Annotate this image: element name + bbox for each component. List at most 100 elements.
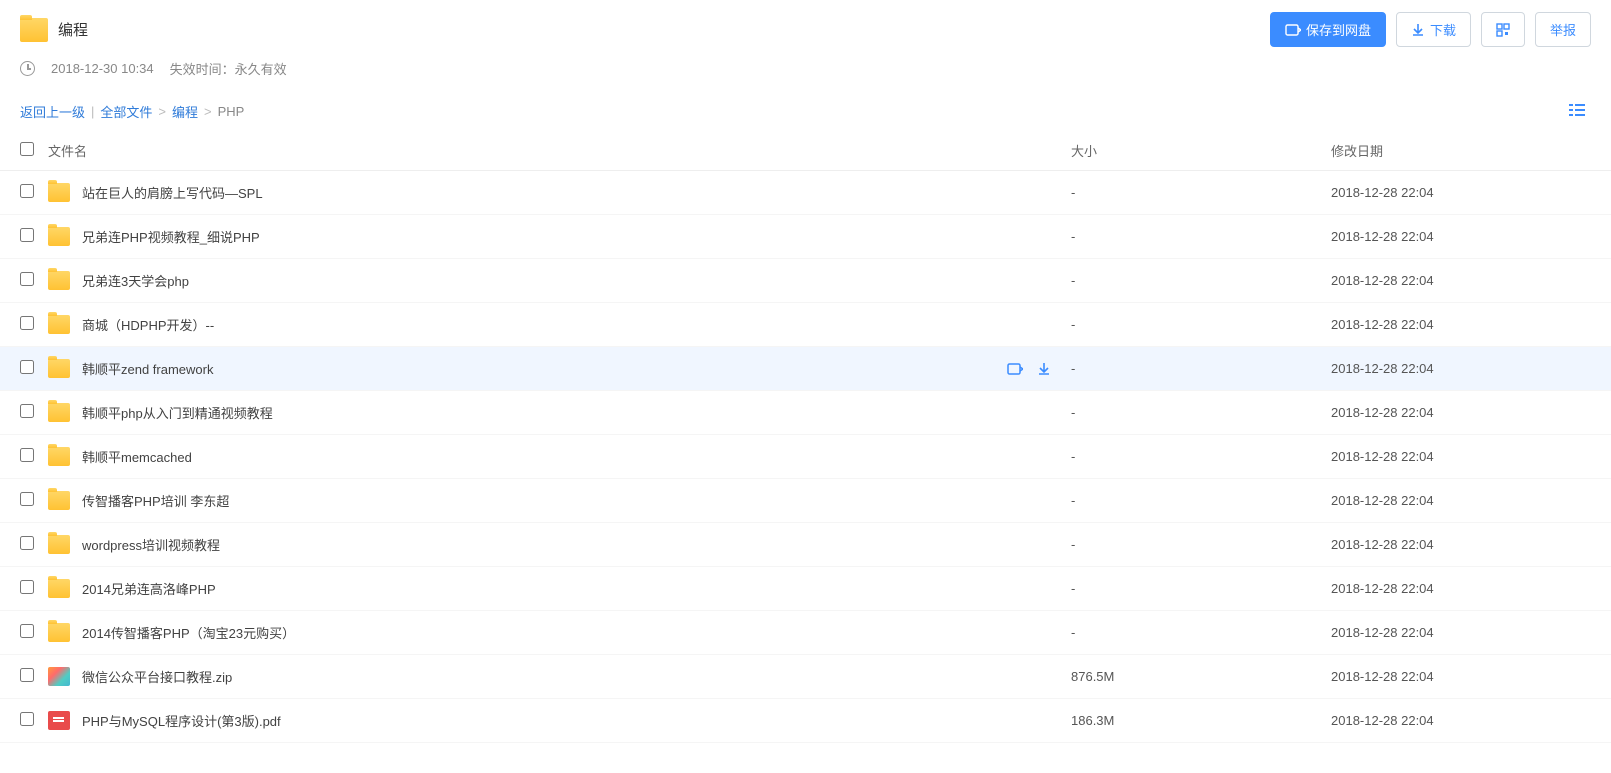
- table-row[interactable]: 2014传智播客PHP（淘宝23元购买）-2018-12-28 22:04: [0, 611, 1611, 655]
- row-actions: [1007, 362, 1051, 376]
- date-cell: 2018-12-28 22:04: [1331, 449, 1591, 464]
- date-cell: 2018-12-28 22:04: [1331, 361, 1591, 376]
- table-row[interactable]: 站在巨人的肩膀上写代码—SPL -2018-12-28 22:04: [0, 171, 1611, 215]
- filename[interactable]: PHP与MySQL程序设计(第3版).pdf: [82, 711, 281, 730]
- filename[interactable]: 微信公众平台接口教程.zip: [82, 667, 232, 686]
- name-cell: 兄弟连PHP视频教程_细说PHP: [48, 227, 1071, 246]
- select-all-cell: [20, 142, 48, 159]
- filename[interactable]: 2014兄弟连高洛峰PHP: [82, 579, 216, 598]
- date-cell: 2018-12-28 22:04: [1331, 625, 1591, 640]
- folder-icon: [48, 359, 70, 378]
- download-icon: [1411, 23, 1425, 37]
- filename[interactable]: 2014传智播客PHP（淘宝23元购买）: [82, 623, 295, 642]
- list-view-toggle[interactable]: [1569, 103, 1591, 120]
- row-checkbox[interactable]: [20, 184, 34, 198]
- table-row[interactable]: 韩顺平memcached -2018-12-28 22:04: [0, 435, 1611, 479]
- row-download-icon[interactable]: [1037, 362, 1051, 376]
- row-checkbox[interactable]: [20, 712, 34, 726]
- date-cell: 2018-12-28 22:04: [1331, 229, 1591, 244]
- row-save-icon[interactable]: [1007, 362, 1023, 376]
- table-header: 文件名 大小 修改日期: [0, 131, 1611, 171]
- filename[interactable]: 兄弟连PHP视频教程_细说PHP: [82, 227, 260, 246]
- table-row[interactable]: 韩顺平zend framework-2018-12-28 22:04: [0, 347, 1611, 391]
- filename[interactable]: 韩顺平memcached: [82, 447, 192, 466]
- header-size[interactable]: 大小: [1071, 141, 1331, 160]
- header-left: 编程: [20, 18, 88, 42]
- breadcrumb-folder[interactable]: 编程: [172, 102, 198, 121]
- row-checkbox[interactable]: [20, 536, 34, 550]
- filename[interactable]: 兄弟连3天学会php: [82, 271, 189, 290]
- report-button[interactable]: 举报: [1535, 12, 1591, 47]
- size-cell: -: [1071, 317, 1331, 332]
- page-title: 编程: [58, 19, 88, 40]
- filename[interactable]: wordpress培训视频教程: [82, 535, 220, 554]
- size-cell: -: [1071, 449, 1331, 464]
- pdf-file-icon: [48, 711, 70, 730]
- checkbox-cell: [20, 404, 48, 421]
- folder-icon: [48, 403, 70, 422]
- qr-button[interactable]: [1481, 12, 1525, 47]
- size-cell: -: [1071, 185, 1331, 200]
- clock-icon: [20, 61, 35, 76]
- name-cell: 传智播客PHP培训 李东超: [48, 491, 1071, 510]
- breadcrumb-current: PHP: [218, 104, 245, 119]
- table-row[interactable]: 传智播客PHP培训 李东超-2018-12-28 22:04: [0, 479, 1611, 523]
- breadcrumb-sep: |: [91, 104, 94, 119]
- checkbox-cell: [20, 624, 48, 641]
- file-list: 站在巨人的肩膀上写代码—SPL-2018-12-28 22:04兄弟连PHP视频…: [0, 171, 1611, 743]
- table-row[interactable]: 2014兄弟连高洛峰PHP-2018-12-28 22:04: [0, 567, 1611, 611]
- checkbox-cell: [20, 316, 48, 333]
- table-row[interactable]: 韩顺平php从入门到精通视频教程-2018-12-28 22:04: [0, 391, 1611, 435]
- filename[interactable]: 商城（HDPHP开发）--: [82, 315, 214, 334]
- row-checkbox[interactable]: [20, 580, 34, 594]
- name-cell: 站在巨人的肩膀上写代码—SPL: [48, 183, 1071, 202]
- save-to-cloud-button[interactable]: 保存到网盘: [1270, 12, 1386, 47]
- size-cell: -: [1071, 405, 1331, 420]
- header-date[interactable]: 修改日期: [1331, 141, 1591, 160]
- filename[interactable]: 站在巨人的肩膀上写代码—SPL: [82, 183, 263, 202]
- breadcrumb-sep: >: [204, 104, 212, 119]
- save-label: 保存到网盘: [1306, 20, 1371, 39]
- table-row[interactable]: PHP与MySQL程序设计(第3版).pdf186.3M2018-12-28 2…: [0, 699, 1611, 743]
- breadcrumb-back[interactable]: 返回上一级: [20, 102, 85, 121]
- date-cell: 2018-12-28 22:04: [1331, 669, 1591, 684]
- row-checkbox[interactable]: [20, 448, 34, 462]
- folder-icon: [48, 447, 70, 466]
- checkbox-cell: [20, 712, 48, 729]
- row-checkbox[interactable]: [20, 360, 34, 374]
- row-checkbox[interactable]: [20, 668, 34, 682]
- folder-icon: [48, 271, 70, 290]
- row-checkbox[interactable]: [20, 624, 34, 638]
- checkbox-cell: [20, 492, 48, 509]
- select-all-checkbox[interactable]: [20, 142, 34, 156]
- row-checkbox[interactable]: [20, 272, 34, 286]
- download-button[interactable]: 下载: [1396, 12, 1471, 47]
- header-actions: 保存到网盘 下载 举报: [1270, 12, 1591, 47]
- table-row[interactable]: 微信公众平台接口教程.zip876.5M2018-12-28 22:04: [0, 655, 1611, 699]
- folder-icon: [48, 623, 70, 642]
- date-cell: 2018-12-28 22:04: [1331, 537, 1591, 552]
- header-name[interactable]: 文件名: [48, 141, 1071, 160]
- download-label: 下载: [1430, 20, 1456, 39]
- name-cell: 韩顺平memcached: [48, 447, 1071, 466]
- name-cell: PHP与MySQL程序设计(第3版).pdf: [48, 711, 1071, 730]
- checkbox-cell: [20, 184, 48, 201]
- date-cell: 2018-12-28 22:04: [1331, 317, 1591, 332]
- table-row[interactable]: wordpress培训视频教程-2018-12-28 22:04: [0, 523, 1611, 567]
- filename[interactable]: 韩顺平zend framework: [82, 359, 213, 378]
- breadcrumb-root[interactable]: 全部文件: [100, 102, 152, 121]
- row-checkbox[interactable]: [20, 492, 34, 506]
- row-checkbox[interactable]: [20, 404, 34, 418]
- table-row[interactable]: 兄弟连PHP视频教程_细说PHP-2018-12-28 22:04: [0, 215, 1611, 259]
- checkbox-cell: [20, 228, 48, 245]
- folder-icon: [48, 315, 70, 334]
- table-row[interactable]: 商城（HDPHP开发）-- -2018-12-28 22:04: [0, 303, 1611, 347]
- name-cell: 2014传智播客PHP（淘宝23元购买）: [48, 623, 1071, 642]
- row-checkbox[interactable]: [20, 228, 34, 242]
- filename[interactable]: 传智播客PHP培训 李东超: [82, 491, 229, 510]
- filename[interactable]: 韩顺平php从入门到精通视频教程: [82, 403, 273, 422]
- breadcrumb-row: 返回上一级 | 全部文件 > 编程 > PHP: [0, 92, 1611, 131]
- table-row[interactable]: 兄弟连3天学会php-2018-12-28 22:04: [0, 259, 1611, 303]
- date-cell: 2018-12-28 22:04: [1331, 185, 1591, 200]
- row-checkbox[interactable]: [20, 316, 34, 330]
